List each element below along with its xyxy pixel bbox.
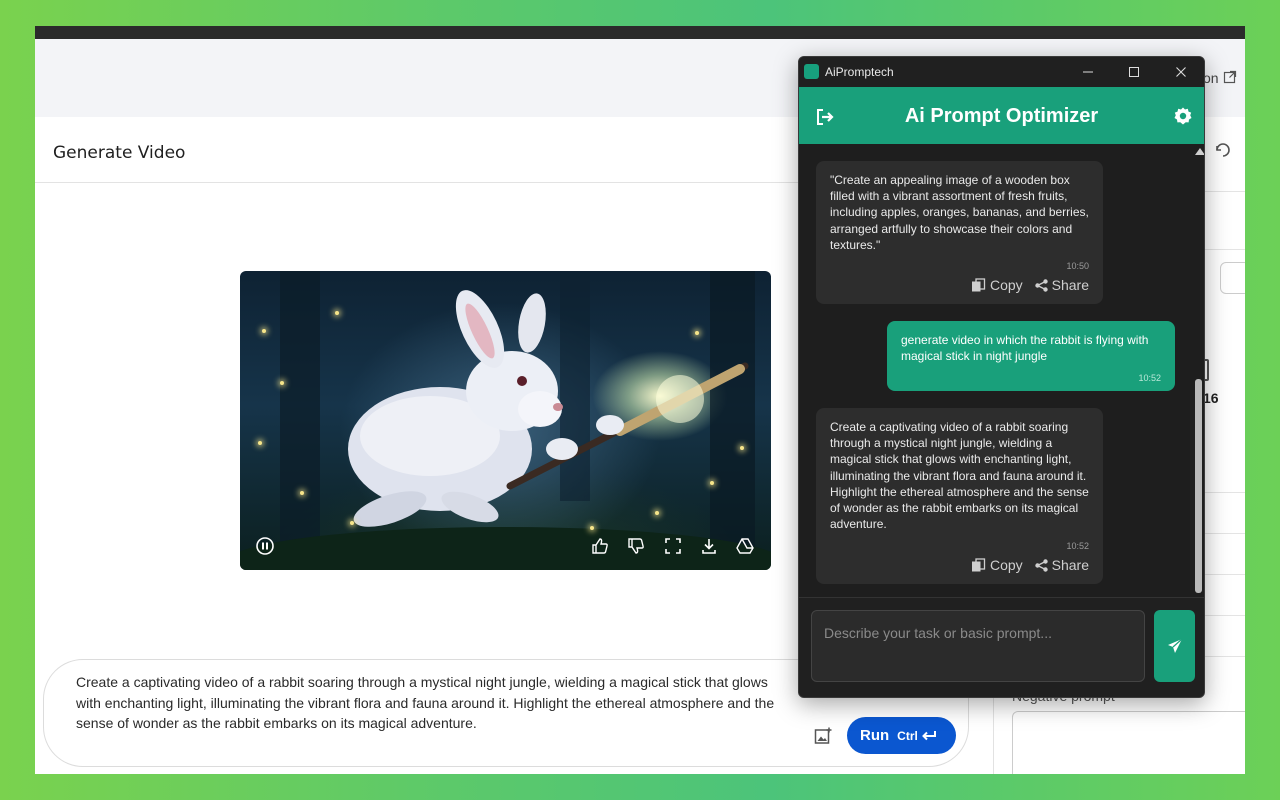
minimize-icon bbox=[1083, 71, 1093, 73]
send-icon bbox=[1167, 638, 1182, 653]
settings-toggle-button[interactable] bbox=[1220, 262, 1245, 294]
share-label: Share bbox=[1051, 557, 1089, 573]
user-message: generate video in which the rabbit is fl… bbox=[887, 321, 1175, 391]
close-button[interactable] bbox=[1158, 57, 1204, 87]
scroll-up-arrow[interactable] bbox=[1195, 148, 1204, 155]
share-label: Share bbox=[1051, 277, 1089, 293]
copy-label: Copy bbox=[989, 277, 1023, 293]
close-icon bbox=[1176, 67, 1186, 77]
window-title: AiPromptech bbox=[825, 65, 894, 79]
share-button[interactable]: Share bbox=[1034, 557, 1089, 573]
copy-label: Copy bbox=[989, 557, 1023, 573]
message-text: Create a captivating video of a rabbit s… bbox=[830, 420, 1089, 532]
pause-icon[interactable] bbox=[255, 536, 275, 556]
run-shortcut: Ctrl bbox=[897, 729, 937, 743]
aspect-ratio-label: 16 bbox=[1203, 390, 1219, 406]
prompt-text[interactable]: Create a captivating video of a rabbit s… bbox=[76, 672, 776, 734]
copy-icon bbox=[971, 277, 986, 292]
message-actions: Copy Share bbox=[971, 277, 1089, 293]
message-text: generate video in which the rabbit is fl… bbox=[901, 333, 1149, 364]
thumbs-up-icon[interactable] bbox=[590, 536, 610, 556]
page-title: Generate Video bbox=[53, 143, 186, 163]
app-title: Ai Prompt Optimizer bbox=[904, 105, 1099, 127]
enter-key-icon bbox=[921, 730, 936, 740]
logout-icon[interactable] bbox=[815, 107, 835, 127]
input-zone bbox=[799, 597, 1204, 697]
ai-prompt-optimizer-window: AiPromptech Ai Prompt Optimizer "Create … bbox=[798, 56, 1205, 698]
minimize-button[interactable] bbox=[1065, 57, 1111, 87]
loop-icon[interactable] bbox=[1213, 140, 1233, 160]
copy-icon bbox=[971, 557, 986, 572]
message-time: 10:52 bbox=[1066, 541, 1089, 551]
copy-button[interactable]: Copy bbox=[971, 557, 1023, 573]
partial-link[interactable]: on bbox=[1203, 70, 1219, 86]
rabbit-illustration bbox=[240, 271, 771, 570]
drive-icon[interactable] bbox=[735, 536, 755, 556]
app-logo-icon bbox=[804, 64, 819, 79]
copy-button[interactable]: Copy bbox=[971, 277, 1023, 293]
message-time: 10:50 bbox=[1066, 261, 1089, 271]
browser-topbar bbox=[35, 26, 1245, 39]
send-button[interactable] bbox=[1154, 610, 1195, 682]
maximize-button[interactable] bbox=[1111, 57, 1157, 87]
download-icon[interactable] bbox=[699, 536, 719, 556]
share-icon bbox=[1034, 558, 1048, 572]
run-button[interactable]: Run Ctrl bbox=[847, 717, 956, 754]
external-link-icon[interactable] bbox=[1223, 70, 1237, 84]
scroll-thumb[interactable] bbox=[1195, 379, 1202, 593]
window-titlebar: AiPromptech bbox=[799, 57, 1204, 87]
fullscreen-icon[interactable] bbox=[663, 536, 683, 556]
gear-icon[interactable] bbox=[1173, 106, 1193, 126]
maximize-icon bbox=[1129, 67, 1139, 77]
bot-message: Create a captivating video of a rabbit s… bbox=[816, 408, 1103, 584]
run-shortcut-label: Ctrl bbox=[897, 728, 918, 743]
share-icon bbox=[1034, 278, 1048, 292]
bot-message: "Create an appealing image of a wooden b… bbox=[816, 161, 1103, 304]
thumbs-down-icon[interactable] bbox=[626, 536, 646, 556]
message-time: 10:52 bbox=[1138, 373, 1161, 383]
task-input[interactable] bbox=[811, 610, 1145, 682]
app-header: Ai Prompt Optimizer bbox=[799, 87, 1204, 144]
negative-prompt-input[interactable] bbox=[1012, 711, 1245, 774]
share-button[interactable]: Share bbox=[1034, 277, 1089, 293]
generated-video[interactable] bbox=[240, 271, 771, 570]
add-image-icon[interactable] bbox=[813, 726, 833, 746]
message-text: "Create an appealing image of a wooden b… bbox=[830, 173, 1089, 252]
message-actions: Copy Share bbox=[971, 557, 1089, 573]
run-button-label: Run bbox=[860, 727, 890, 744]
